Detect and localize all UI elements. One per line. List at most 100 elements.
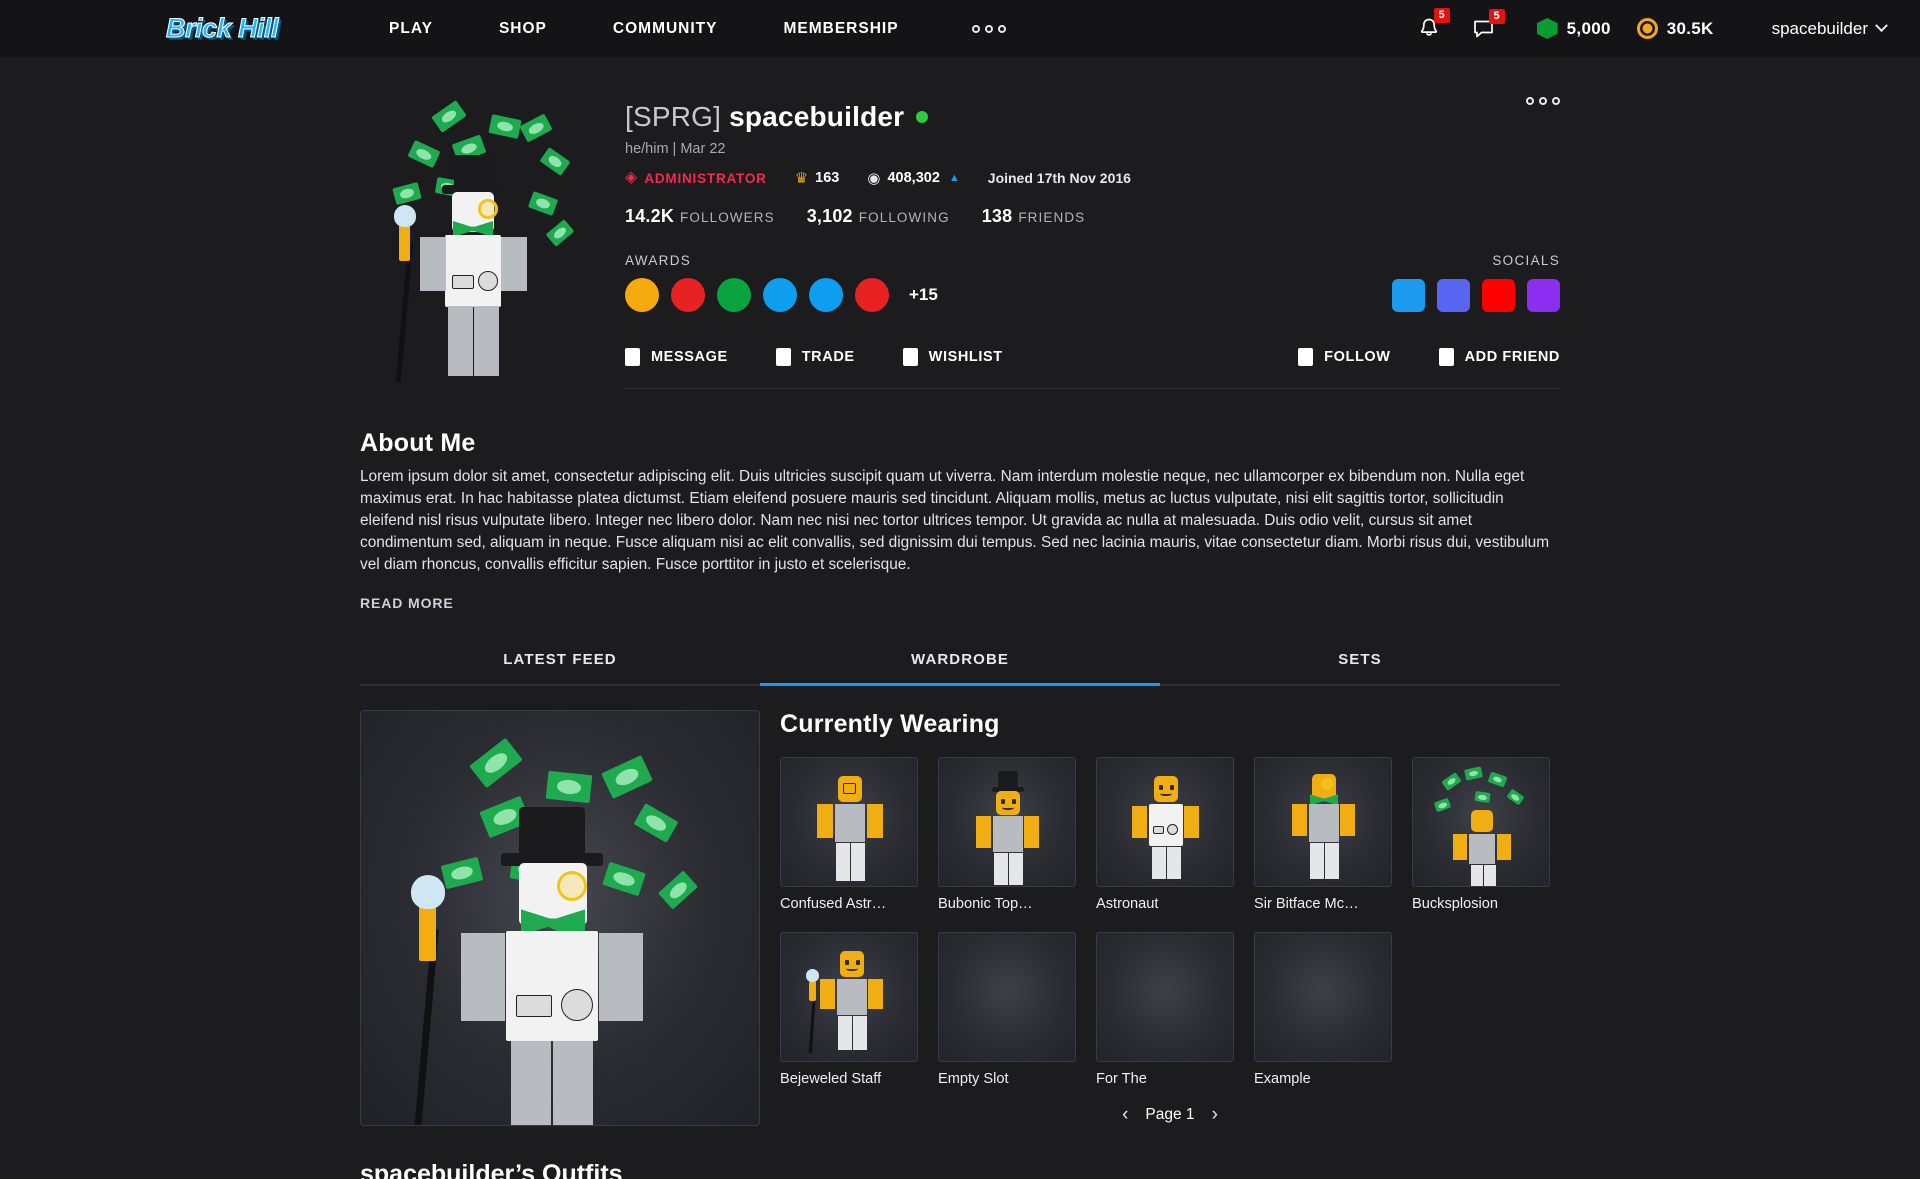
- clan-tag: [SPRG]: [625, 101, 722, 132]
- value-stat: ◉ 408,302 ▲: [867, 170, 959, 186]
- prev-page-button[interactable]: ‹: [1122, 1105, 1128, 1124]
- notifications-button[interactable]: 5: [1402, 8, 1456, 40]
- points-balance[interactable]: 30.5K: [1636, 18, 1714, 39]
- follow-button[interactable]: FOLLOW: [1298, 348, 1390, 366]
- wardrobe-item[interactable]: Bubonic Top…: [938, 757, 1076, 912]
- top-navbar: Brick Hill PLAY SHOP COMMUNITY MEMBERSHI…: [0, 0, 1920, 57]
- wardrobe-item[interactable]: Empty Slot: [938, 932, 1076, 1087]
- messages-badge: 5: [1488, 8, 1505, 24]
- message-button[interactable]: MESSAGE: [625, 348, 728, 366]
- item-thumbnail: [1096, 757, 1234, 888]
- currently-wearing-heading: Currently Wearing: [780, 710, 1000, 739]
- profile-options-button[interactable]: [1526, 97, 1560, 105]
- wishlist-label: WISHLIST: [928, 349, 1003, 365]
- ellipsis-dot: [1539, 97, 1547, 105]
- wardrobe-item[interactable]: For The: [1096, 932, 1234, 1087]
- tab-wardrobe[interactable]: WARDROBE: [760, 637, 1160, 687]
- item-thumbnail: [1254, 932, 1392, 1063]
- award-badge-5[interactable]: [809, 278, 843, 312]
- followers-number: 14.2K: [625, 206, 675, 226]
- username: spacebuilder: [729, 101, 905, 132]
- currently-wearing-panel: Currently Wearing Confused Astr… Bubonic…: [780, 710, 1560, 1126]
- user-menu-button[interactable]: spacebuilder: [1771, 18, 1888, 39]
- notifications-badge: 5: [1433, 8, 1450, 23]
- ellipsis-dot: [984, 24, 993, 33]
- wardrobe-item[interactable]: Example: [1254, 932, 1392, 1087]
- follow-icon: [1298, 348, 1314, 366]
- award-badge-3[interactable]: [717, 278, 751, 312]
- friends-count[interactable]: 138 FRIENDS: [982, 206, 1086, 227]
- role-label: ADMINISTRATOR: [644, 170, 767, 186]
- nav-more-icon[interactable]: [971, 24, 1006, 33]
- item-label: Empty Slot: [938, 1071, 1009, 1088]
- add-friend-icon: [1438, 348, 1454, 366]
- joined-label: Joined 17th Nov 2016: [987, 170, 1131, 186]
- awards-list: +15: [625, 278, 938, 312]
- following-label: FOLLOWING: [858, 210, 950, 225]
- followers-count[interactable]: 14.2K FOLLOWERS: [625, 206, 775, 227]
- item-label: For The: [1096, 1071, 1147, 1088]
- wishlist-button[interactable]: WISHLIST: [902, 348, 1003, 366]
- nav-link-shop[interactable]: SHOP: [466, 20, 580, 38]
- crown-icon: ♛: [794, 169, 809, 187]
- nav-link-community[interactable]: COMMUNITY: [580, 20, 751, 38]
- socials-label: SOCIALS: [1492, 253, 1560, 268]
- orange-coin-icon: [1636, 18, 1658, 39]
- item-label: Confused Astr…: [780, 896, 887, 913]
- bucks-balance[interactable]: 5,000: [1536, 18, 1611, 39]
- wardrobe-item[interactable]: Sir Bitface Mc…: [1254, 757, 1392, 912]
- trade-button[interactable]: TRADE: [775, 348, 855, 366]
- social-twitter-icon[interactable]: [1392, 278, 1425, 312]
- value-number: 408,302: [887, 170, 940, 186]
- joined-date: Joined 17th Nov 2016: [988, 170, 1131, 186]
- award-badge-4[interactable]: [763, 278, 797, 312]
- trade-icon: [775, 348, 791, 366]
- social-twitch-icon[interactable]: [1527, 278, 1560, 312]
- following-count[interactable]: 3,102 FOLLOWING: [807, 206, 950, 227]
- ellipsis-dot: [1526, 97, 1534, 105]
- wardrobe-avatar-preview: [360, 710, 760, 1127]
- nav-link-membership[interactable]: MEMBERSHIP: [750, 20, 931, 38]
- social-discord-icon[interactable]: [1437, 278, 1470, 312]
- social-youtube-icon[interactable]: [1482, 278, 1515, 312]
- page-body: [SPRG] spacebuilder he/him | Mar 22 ◈ AD…: [0, 57, 1920, 1179]
- tab-latest-feed[interactable]: LATEST FEED: [360, 637, 760, 686]
- awards-more-count[interactable]: +15: [909, 285, 938, 305]
- award-badge-2[interactable]: [671, 278, 705, 312]
- nav-link-play[interactable]: PLAY: [356, 20, 466, 38]
- trend-up-icon: ▲: [948, 171, 960, 184]
- tab-sets[interactable]: SETS: [1160, 637, 1560, 686]
- main-nav: PLAY SHOP COMMUNITY MEMBERSHIP: [356, 20, 932, 38]
- wardrobe-item[interactable]: Bucksplosion: [1412, 757, 1550, 912]
- username-row: [SPRG] spacebuilder: [625, 101, 1560, 133]
- profile-meta-row: ◈ ADMINISTRATOR ♛ 163 ◉ 408,302 ▲ Joined…: [625, 169, 1560, 187]
- wardrobe-item[interactable]: Bejeweled Staff: [780, 932, 918, 1087]
- about-me-body: Lorem ipsum dolor sit amet, consectetur …: [360, 468, 1550, 573]
- about-me-section: About Me Lorem ipsum dolor sit amet, con…: [360, 429, 1560, 613]
- rank-value: 163: [815, 170, 840, 186]
- trade-label: TRADE: [801, 349, 855, 365]
- awards-socials-row: +15: [625, 278, 1560, 312]
- next-page-button[interactable]: ›: [1212, 1105, 1218, 1124]
- messages-button[interactable]: 5: [1456, 8, 1511, 40]
- content-container: [SPRG] spacebuilder he/him | Mar 22 ◈ AD…: [360, 57, 1560, 1179]
- award-badge-6[interactable]: [855, 278, 889, 312]
- shield-icon: ◈: [625, 169, 638, 186]
- brickhill-logo[interactable]: Brick Hill: [165, 14, 279, 42]
- points-value: 30.5K: [1666, 18, 1714, 38]
- user-menu-label: spacebuilder: [1771, 18, 1868, 38]
- add-friend-button[interactable]: ADD FRIEND: [1438, 348, 1560, 366]
- awards-socials-labels: AWARDS SOCIALS: [625, 253, 1560, 268]
- item-thumbnail: [938, 932, 1076, 1063]
- about-me-heading: About Me: [360, 429, 476, 457]
- wardrobe-item[interactable]: Confused Astr…: [780, 757, 918, 912]
- outfits-section: spacebuilder’s Outfits: [360, 1160, 1560, 1179]
- item-thumbnail: [780, 932, 918, 1063]
- bucks-value: 5,000: [1566, 18, 1611, 38]
- awards-label: AWARDS: [625, 253, 692, 268]
- item-thumbnail: [938, 757, 1076, 888]
- wardrobe-item[interactable]: Astronaut: [1096, 757, 1234, 912]
- item-label: Sir Bitface Mc…: [1254, 896, 1359, 913]
- read-more-link[interactable]: READ MORE: [360, 595, 454, 611]
- award-badge-1[interactable]: [625, 278, 659, 312]
